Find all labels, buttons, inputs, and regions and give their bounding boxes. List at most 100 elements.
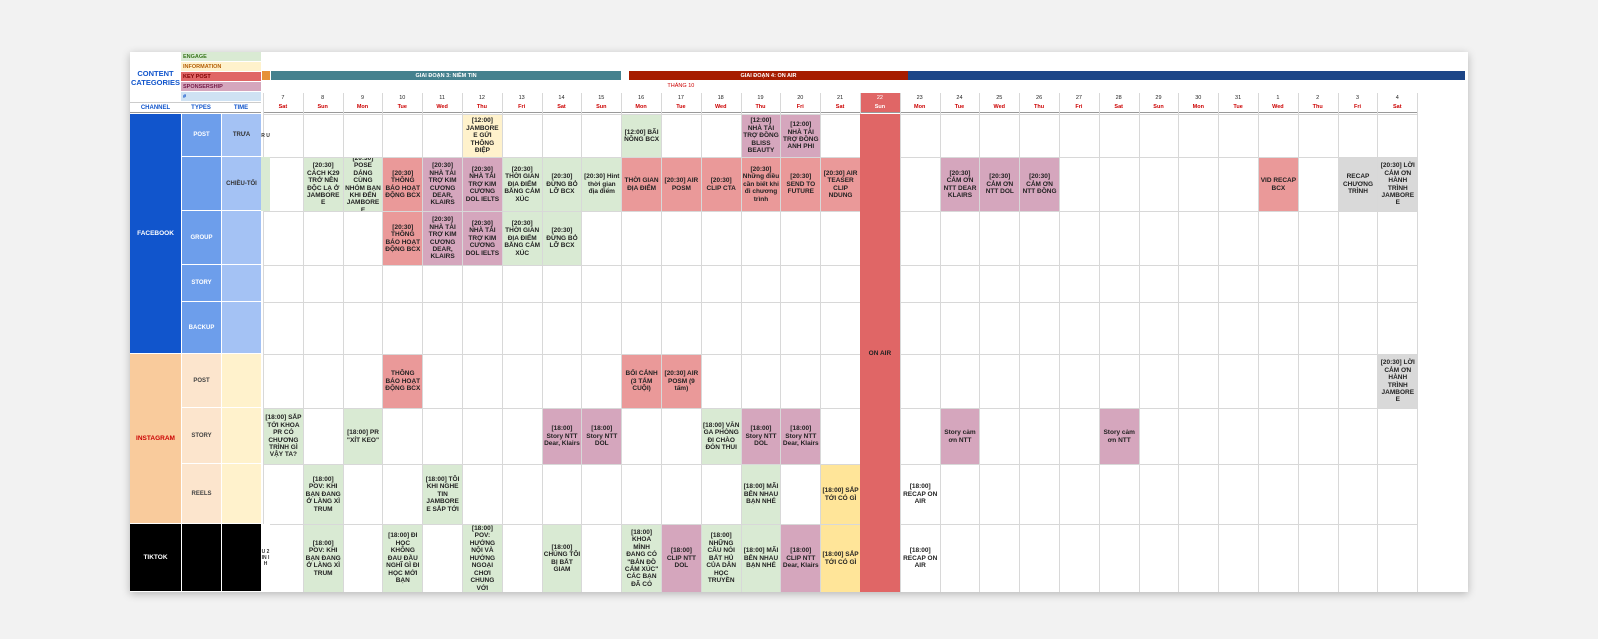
event-cell[interactable]: [18:00] Story NTT Dear, Klairs bbox=[781, 409, 821, 464]
day-number: 26 bbox=[1036, 94, 1043, 101]
event-cell[interactable]: [18:00] SẮP TỚI CÓ GÌ bbox=[821, 465, 860, 524]
event-cell[interactable]: [18:00] MÃI BÊN NHAU BẠN NHÉ bbox=[741, 525, 781, 592]
weekday: Fri bbox=[1059, 102, 1099, 113]
event-cell[interactable]: [20:30] THỜI GIAN ĐỊA ĐIỂM BẰNG CẢM XÚC bbox=[502, 212, 542, 265]
weekday: Tue bbox=[661, 102, 701, 113]
event-cell[interactable]: [20:30] SEND TO FUTURE bbox=[781, 158, 821, 211]
event-cell[interactable]: [20:30] Hint thời gian địa điểm bbox=[582, 158, 622, 211]
event-cell[interactable]: [18:00] Story NTT DOL bbox=[582, 409, 622, 464]
event-cell[interactable]: [18:00] MÃI BÊN NHAU BẠN NHÉ bbox=[741, 465, 781, 524]
weekday: Thu bbox=[1019, 102, 1059, 113]
event-cell[interactable]: [12:00] JAMBOREE GỬI THÔNG ĐIỆP bbox=[463, 115, 502, 157]
stub-cell bbox=[261, 211, 270, 265]
event-cell[interactable]: [20:30] Những điều cần biết khi đi chươn… bbox=[741, 158, 781, 211]
event-cell[interactable]: [20:30] NHÀ TÀI TRỢ KIM CƯƠNG DEAR, KLAI… bbox=[423, 212, 462, 265]
grid-line bbox=[1098, 93, 1100, 592]
event-cell[interactable]: [18:00] POV: HƯỚNG NỘI VÀ HƯỚNG NGOẠI CH… bbox=[463, 525, 502, 592]
event-cell[interactable]: [18:00] SẮP TỚI KHOA PR CÓ CHƯƠNG TRÌNH … bbox=[264, 409, 303, 464]
event-cell[interactable]: [20:30] CẢM ƠN NTT DOL bbox=[980, 158, 1020, 211]
event-cell[interactable]: [20:30] ĐỪNG BỎ LỠ BCX bbox=[542, 158, 582, 211]
grid-line bbox=[1218, 93, 1220, 592]
time-cell bbox=[221, 524, 261, 592]
weekday: Sun bbox=[1138, 102, 1179, 113]
weekday: Sat bbox=[1377, 102, 1418, 113]
grid-line bbox=[1297, 93, 1299, 592]
event-cell[interactable]: [20:30] THỜI GIAN ĐỊA ĐIỂM BẰNG CẢM XÚC bbox=[502, 158, 542, 211]
day-number: 2 bbox=[1316, 94, 1320, 101]
event-cell[interactable]: [18:00] KHOA MÌNH ĐANG CÓ "BẢN ĐỒ CẢM XÚ… bbox=[622, 525, 661, 592]
weekday: Wed bbox=[979, 102, 1020, 113]
event-cell[interactable]: [18:00] CHÚNG TÔI BỊ BẮT GIAM bbox=[542, 525, 582, 592]
event-cell[interactable]: [18:00] CLIP NTT DOL bbox=[662, 525, 701, 592]
weekday: Wed bbox=[700, 102, 741, 113]
event-cell[interactable]: [20:30] POSE DÁNG CÙNG NHÓM BẠN KHI ĐẾN … bbox=[343, 158, 383, 211]
event-cell[interactable]: [12:00] NHÀ TÀI TRỢ ĐỒNG BLISS BEAUTY bbox=[741, 115, 781, 157]
legend-item: KEY POST bbox=[181, 72, 261, 82]
event-cell[interactable]: Story cảm ơn NTT bbox=[1099, 409, 1139, 464]
day-number: 1 bbox=[1276, 94, 1280, 101]
event-cell[interactable]: [18:00] ĐI HỌC KHÔNG ĐAU ĐẦU NGHĨ GÌ ĐI … bbox=[383, 525, 423, 592]
types-header: TYPES bbox=[181, 102, 221, 113]
event-cell[interactable]: VID RECAP BCX bbox=[1259, 158, 1298, 211]
event-cell[interactable]: [20:30] CLIP CTA bbox=[701, 158, 741, 211]
event-cell[interactable]: [20:30] THÔNG BÁO HOẠT ĐỘNG BCX bbox=[383, 158, 423, 211]
event-cell[interactable]: [18:00] RECAP ON AIR bbox=[900, 525, 940, 592]
event-cell[interactable]: THỜI GIAN ĐỊA ĐIỂM bbox=[622, 158, 661, 211]
event-cell[interactable]: [18:00] VĂN GA PHÒNG ĐI CHÀO ĐÓN THUI bbox=[701, 409, 741, 464]
event-cell[interactable]: THÔNG BÁO HOẠT ĐỘNG BCX bbox=[383, 355, 423, 408]
day-number: 3 bbox=[1355, 94, 1360, 101]
event-cell[interactable]: [12:00] BÃI NÔNG BCX bbox=[622, 115, 661, 157]
event-cell[interactable]: [18:00] SẮP TỚI CÓ GÌ bbox=[821, 525, 860, 592]
event-cell[interactable]: [12:00] NHÀ TÀI TRỢ ĐỒNG ANH PHI bbox=[781, 115, 821, 157]
event-cell[interactable]: Story cảm ơn NTT bbox=[940, 409, 980, 464]
event-cell[interactable]: [20:30] NHÀ TÀI TRỢ KIM CƯƠNG DOL IELTS bbox=[463, 158, 502, 211]
day-number: 31 bbox=[1235, 94, 1242, 101]
day-number: 25 bbox=[996, 94, 1003, 101]
stub-cell bbox=[261, 265, 270, 302]
event-cell[interactable]: [18:00] TÔI KHI NGHE TIN JAMBOREE SẮP TỚ… bbox=[423, 465, 462, 524]
weekday: Sun bbox=[581, 102, 622, 113]
type-cell: REELS bbox=[181, 464, 221, 524]
day-number: 11 bbox=[439, 94, 445, 101]
event-cell[interactable]: [20:30] AIR POSM bbox=[662, 158, 701, 211]
event-cell[interactable]: [18:00] POV: KHI BẠN ĐANG Ở LÀNG XÌ TRUM bbox=[303, 525, 343, 592]
day-number: 12 bbox=[478, 94, 485, 101]
day-number: 19 bbox=[757, 94, 764, 101]
event-cell[interactable]: [20:30] ĐỪNG BỎ LỠ BCX bbox=[542, 212, 582, 265]
event-cell[interactable]: BỐI CẢNH (3 TẤM CUỘI) bbox=[622, 355, 661, 408]
event-cell[interactable]: [18:00] RECAP ON AIR bbox=[900, 465, 940, 524]
event-cell[interactable]: [20:30] AIR POSM (9 tấm) bbox=[662, 355, 701, 408]
event-cell[interactable]: RECAP CHƯƠNG TRÌNH bbox=[1338, 158, 1378, 211]
event-cell[interactable]: [18:00] POV: KHI BẠN ĐANG Ở LÀNG XÌ TRUM bbox=[303, 465, 343, 524]
event-cell[interactable]: [20:30] LỜI CẢM ƠN HÀNH TRÌNH JAMBOREE bbox=[1378, 355, 1418, 408]
event-cell[interactable]: [18:00] Story NTT DOL bbox=[741, 409, 781, 464]
type-cell bbox=[181, 157, 221, 211]
spreadsheet[interactable]: CONTENT CATEGORIES ENGAGE INFORMATION KEY P… bbox=[130, 52, 1468, 592]
event-cell[interactable]: [20:30] AIR TEASER CLIP NDUNG bbox=[821, 158, 860, 211]
event-cell[interactable]: [18:00] NHỮNG CÂU NÓI BẤT HỦ CỦA DÂN HỌC… bbox=[701, 525, 741, 592]
event-cell[interactable]: [20:30] NHÀ TÀI TRỢ KIM CƯƠNG DEAR, KLAI… bbox=[423, 158, 462, 211]
day-number: 22 bbox=[860, 93, 900, 102]
event-cell[interactable]: [20:30] CẢM ƠN NTT ĐỒNG bbox=[1020, 158, 1059, 211]
type-cell bbox=[181, 524, 221, 592]
weekday: Thu bbox=[1297, 102, 1338, 113]
event-cell[interactable]: [18:00] CLIP NTT Dear, Klairs bbox=[781, 525, 821, 592]
day-number: 8 bbox=[321, 94, 325, 101]
weekday: Mon bbox=[342, 102, 383, 113]
event-cell[interactable]: [18:00] Story NTT Dear, Klairs bbox=[542, 409, 582, 464]
event-cell[interactable]: [20:30] LỜI CẢM ƠN HÀNH TRÌNH JAMBOREE bbox=[1378, 158, 1418, 211]
event-cell[interactable]: [20:30] CÁCH K29 TRỞ NÊN ĐỘC LẠ Ở JAMBOR… bbox=[303, 158, 343, 211]
type-cell: STORY bbox=[181, 265, 221, 302]
phase-marker bbox=[262, 71, 270, 80]
event-cell[interactable]: [20:30] NHÀ TÀI TRỢ KIM CƯƠNG DOL IELTS bbox=[463, 212, 502, 265]
channel-tiktok: TIKTOK bbox=[130, 524, 181, 592]
day-number: 20 bbox=[797, 94, 804, 101]
time-cell: CHIỀU-TỐI bbox=[221, 157, 261, 211]
stub-cell: R U bbox=[261, 132, 270, 139]
event-cell[interactable]: [18:00] PR "XÍT KEO" bbox=[343, 409, 383, 464]
event-cell[interactable]: [20:30] THÔNG BÁO HOẠT ĐỘNG BCX bbox=[383, 212, 423, 265]
event-cell[interactable]: [20:30] CẢM ƠN NTT DEAR KLAIRS bbox=[940, 158, 980, 211]
type-cell: BACKUP bbox=[181, 302, 221, 354]
time-cell bbox=[221, 302, 261, 354]
stub-cell bbox=[261, 354, 270, 408]
